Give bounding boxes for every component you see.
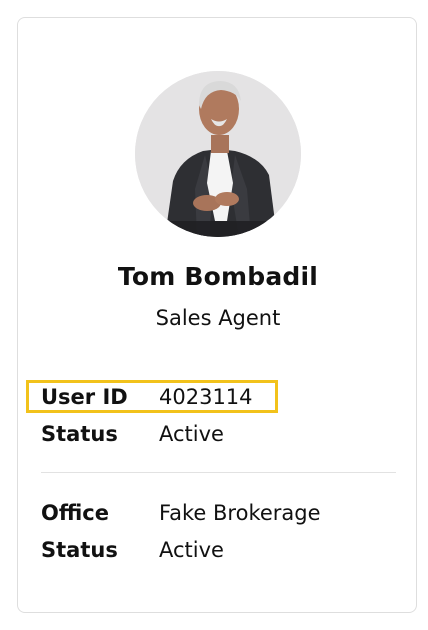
user-role: Sales Agent [155,306,281,330]
detail-value: 4023114 [159,385,253,409]
profile-photo [135,71,301,237]
detail-row-status: Status Active [41,419,224,449]
detail-row-office-status: Status Active [41,535,224,565]
detail-row-user-id: User ID 4023114 [41,382,253,412]
detail-label: User ID [41,385,128,409]
detail-label: Status [41,538,118,562]
avatar [135,71,301,237]
detail-label: Status [41,422,118,446]
profile-card: Tom Bombadil Sales Agent User ID 4023114 … [17,17,417,613]
detail-label: Office [41,501,109,525]
user-name: Tom Bombadil [117,262,319,291]
detail-row-office: Office Fake Brokerage [41,498,321,528]
detail-value: Active [159,422,224,446]
detail-value: Fake Brokerage [159,501,321,525]
detail-value: Active [159,538,224,562]
divider [41,472,396,473]
